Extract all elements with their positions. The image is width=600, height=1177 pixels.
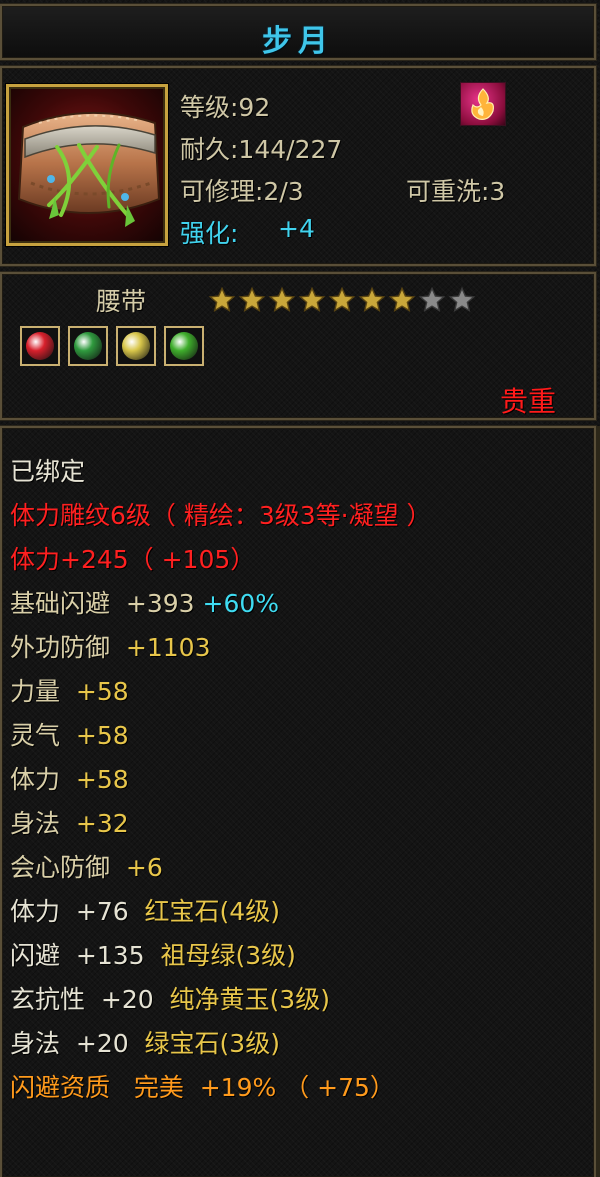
attribute-text: 闪避资质 完美 +19% （ +75）: [10, 1073, 395, 1102]
attribute-line: 力量 +58: [10, 674, 590, 718]
attribute-text: 身法 +20: [10, 1029, 145, 1058]
attribute-text: +58: [75, 721, 129, 750]
repair-stat: 可修理:2/3: [180, 177, 304, 206]
attribute-text: 基础闪避 +393: [10, 589, 203, 618]
jade-gem-icon: [122, 332, 150, 360]
star-filled-icon: [208, 286, 236, 312]
attribute-text: 体力 +76: [10, 897, 145, 926]
gem-socket[interactable]: [68, 326, 108, 366]
attribute-line: 身法 +32: [10, 806, 590, 850]
attribute-list: 已绑定体力雕纹6级（ 精绘：3级3等·凝望 ） 体力+245（ +105） 基础闪避…: [10, 454, 590, 1114]
star-empty-icon: [418, 286, 446, 312]
attribute-text: +58: [75, 765, 129, 794]
item-tooltip: 步月 等级:92 耐久:144/227 可修理:2/3 可重洗:3 强化: +4…: [0, 0, 600, 1177]
attribute-text: +6: [125, 853, 163, 882]
attribute-text: 玄抗性 +20: [10, 985, 170, 1014]
attribute-text: 红宝石(4级): [144, 897, 280, 926]
attribute-text: 祖母绿(3级): [160, 941, 296, 970]
attribute-text: +32: [75, 809, 129, 838]
attribute-text: +58: [75, 677, 129, 706]
panel-edge: [596, 426, 600, 1177]
gem-socket[interactable]: [164, 326, 204, 366]
attribute-line: 灵气 +58: [10, 718, 590, 762]
attribute-text: 身法: [10, 809, 76, 838]
attribute-text: 已绑定: [10, 457, 86, 486]
gem-socket[interactable]: [20, 326, 60, 366]
attribute-text: 灵气: [10, 721, 76, 750]
attribute-line: 闪避 +135 祖母绿(3级): [10, 938, 590, 982]
star-filled-icon: [238, 286, 266, 312]
attribute-text: +60%: [202, 589, 280, 618]
attribute-text: 体力+245（ +105）: [10, 545, 256, 574]
attribute-text: 体力: [10, 765, 76, 794]
attribute-line: 已绑定: [10, 454, 590, 498]
attribute-text: 闪避 +135: [10, 941, 161, 970]
star-rating: [208, 286, 476, 314]
attribute-text: 体力雕纹6级（ 精绘：3级3等·凝望 ）: [10, 501, 432, 530]
attribute-line: 体力 +58: [10, 762, 590, 806]
attribute-text: 纯净黄玉(3级): [169, 985, 330, 1014]
rarity-label: 贵重: [499, 385, 556, 418]
flame-badge-icon: [460, 82, 506, 126]
enhance-label: 强化:: [180, 219, 239, 248]
attribute-line: 体力 +76 红宝石(4级): [10, 894, 590, 938]
attribute-text: +1103: [125, 633, 211, 662]
ruby-gem-icon: [26, 332, 54, 360]
attribute-line: 闪避资质 完美 +19% （ +75）: [10, 1070, 590, 1114]
green-gem-icon: [170, 332, 198, 360]
title-bar: 步月: [0, 4, 596, 60]
rewash-stat: 可重洗:3: [406, 177, 506, 206]
level-stat: 等级:92: [180, 93, 271, 122]
belt-item-icon: [6, 84, 168, 246]
star-filled-icon: [358, 286, 386, 312]
star-filled-icon: [328, 286, 356, 312]
star-filled-icon: [298, 286, 326, 312]
attribute-line: 玄抗性 +20 纯净黄玉(3级): [10, 982, 590, 1026]
attribute-line: 基础闪避 +393 +60%: [10, 586, 590, 630]
attribute-line: 会心防御 +6: [10, 850, 590, 894]
attribute-text: 外功防御: [10, 633, 126, 662]
star-filled-icon: [268, 286, 296, 312]
gem-socket[interactable]: [116, 326, 156, 366]
enhance-value: +4: [278, 214, 315, 243]
star-empty-icon: [448, 286, 476, 312]
attribute-text: 绿宝石(3级): [144, 1029, 280, 1058]
star-filled-icon: [388, 286, 416, 312]
attribute-line: 体力+245（ +105）: [10, 542, 590, 586]
attribute-text: 会心防御: [10, 853, 126, 882]
durability-stat: 耐久:144/227: [180, 135, 343, 164]
attribute-line: 外功防御 +1103: [10, 630, 590, 674]
gem-sockets: [20, 326, 204, 366]
attribute-text: 力量: [10, 677, 76, 706]
attribute-line: 体力雕纹6级（ 精绘：3级3等·凝望 ）: [10, 498, 590, 542]
emerald-gem-icon: [74, 332, 102, 360]
item-type-label: 腰带: [96, 287, 147, 316]
attribute-line: 身法 +20 绿宝石(3级): [10, 1026, 590, 1070]
item-title: 步月: [262, 24, 334, 59]
